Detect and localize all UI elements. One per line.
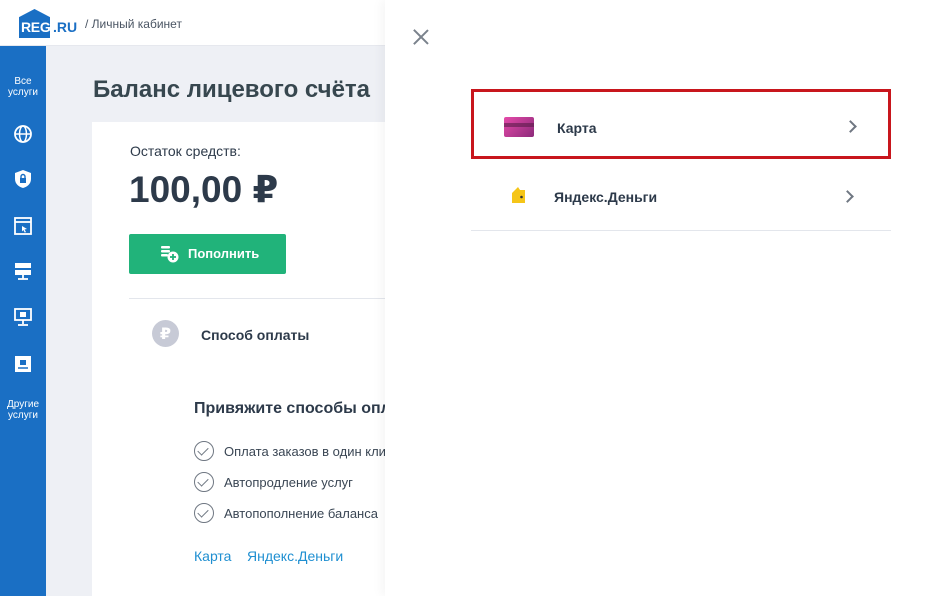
coins-plus-icon: [160, 244, 180, 264]
ruble-icon: ₽: [152, 320, 179, 347]
feature-text: Автопродление услуг: [224, 475, 353, 490]
yandex-money-link[interactable]: Яндекс.Деньги: [247, 548, 343, 564]
server-icon[interactable]: [13, 261, 33, 281]
feature-text: Автопополнение баланса: [224, 506, 378, 521]
payment-option-card[interactable]: Карта: [471, 89, 891, 159]
bind-methods-title: Привяжите способы оплаты: [194, 400, 385, 417]
feature-item: Оплата заказов в один клик: [194, 441, 385, 463]
sidebar-label: услуги: [8, 87, 38, 98]
browser-window-icon[interactable]: [13, 216, 33, 236]
balance-label: Остаток средств:: [130, 143, 241, 159]
divider: [129, 298, 385, 299]
sidebar-label: Другие: [6, 399, 40, 410]
close-icon[interactable]: [412, 28, 430, 46]
payment-option-label: Яндекс.Деньги: [554, 189, 658, 205]
bank-card-icon: [504, 117, 534, 137]
yandex-wallet-icon: [511, 186, 526, 204]
sidebar-label: услуги: [8, 410, 38, 421]
feature-item: Автопродление услуг: [194, 472, 385, 494]
screen-icon[interactable]: [13, 354, 33, 374]
sidebar: Все услуги Другие услуги: [0, 46, 46, 596]
chevron-right-icon: [841, 190, 854, 203]
sidebar-item-other-services[interactable]: Другие услуги: [0, 399, 46, 421]
monitor-icon[interactable]: [13, 307, 33, 327]
logo-main-text: REG: [21, 19, 51, 35]
payment-option-yandex-money[interactable]: Яндекс.Деньги: [471, 161, 891, 231]
top-header: REG .RU / Личный кабинет: [0, 0, 385, 46]
lock-shield-icon[interactable]: [13, 169, 33, 189]
chevron-right-icon: [844, 120, 857, 133]
card-link[interactable]: Карта: [194, 548, 231, 564]
payment-method-label: Способ оплаты: [201, 327, 310, 343]
check-circle-icon: [194, 441, 214, 461]
payment-option-label: Карта: [557, 120, 597, 136]
feature-item: Автопополнение баланса: [194, 503, 385, 525]
sidebar-item-all-services[interactable]: Все услуги: [0, 76, 46, 98]
feature-text: Оплата заказов в один клик: [224, 444, 385, 459]
reg-ru-logo[interactable]: REG .RU: [19, 9, 79, 38]
check-circle-icon: [194, 472, 214, 492]
breadcrumb[interactable]: / Личный кабинет: [85, 17, 182, 31]
page-title: Баланс лицевого счёта: [93, 76, 371, 103]
check-circle-icon: [194, 503, 214, 523]
topup-button-label: Пополнить: [188, 246, 260, 261]
logo-suffix-text: .RU: [53, 19, 78, 35]
topup-button[interactable]: Пополнить: [129, 234, 286, 274]
sidebar-label: Все: [14, 76, 32, 87]
globe-icon[interactable]: [13, 124, 33, 144]
balance-value: 100,00 ₽: [129, 169, 279, 210]
